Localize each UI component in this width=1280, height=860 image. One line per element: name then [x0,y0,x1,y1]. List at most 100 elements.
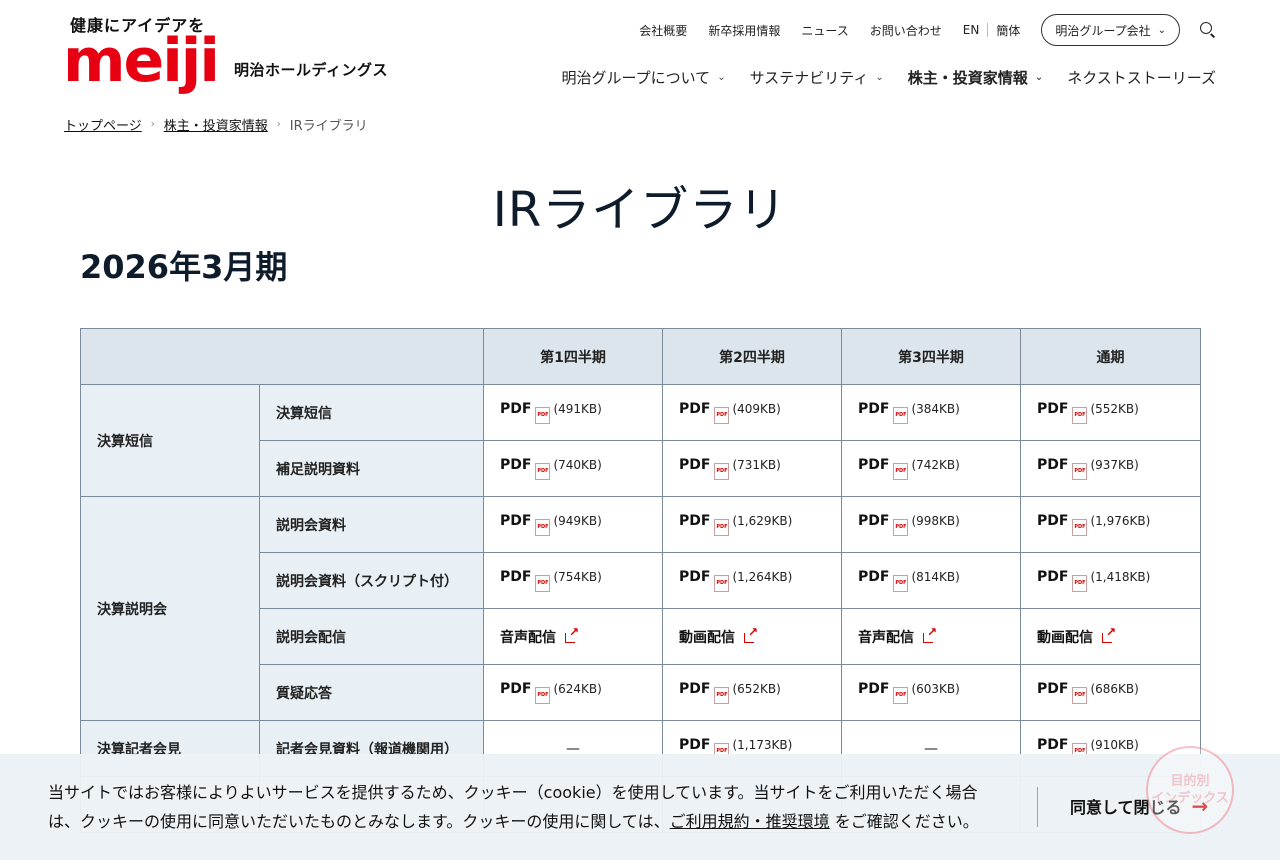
pdf-file-icon: PDF [535,575,551,592]
pdf-link[interactable]: PDF [1037,513,1068,529]
pdf-link[interactable]: PDF [858,457,889,473]
pdf-cell: PDF PDF (1,418KB) [1020,552,1201,609]
chevron-down-icon: ⌄ [1034,71,1044,83]
pdf-file-icon: PDF [714,463,730,480]
pdf-cell: PDF PDF (742KB) [841,440,1021,497]
external-link-icon [1102,625,1116,643]
media-stream-link[interactable]: 音声配信 [858,630,914,646]
util-link-recruit[interactable]: 新卒採用情報 [708,22,780,39]
page-title: IRライブラリ [492,182,788,238]
file-size: (742KB) [911,458,960,472]
nav-next-stories[interactable]: ネクストストーリーズ [1067,67,1216,88]
pdf-link[interactable]: PDF [500,401,531,417]
cookie-text-tail: をご確認ください。 [829,812,979,831]
media-stream-link[interactable]: 音声配信 [500,630,556,646]
pdf-link[interactable]: PDF [858,513,889,529]
pdf-link[interactable]: PDF [500,681,531,697]
external-link-icon [923,625,937,643]
pdf-link[interactable]: PDF [858,569,889,585]
table-header-row: 第1四半期 第2四半期 第3四半期 通期 [80,328,1201,385]
breadcrumb-home[interactable]: トップページ [64,115,142,134]
util-link-company[interactable]: 会社概要 [639,22,687,39]
pdf-link[interactable]: PDF [1037,569,1068,585]
pdf-file-icon: PDF [714,407,730,424]
purpose-index-line1: 目的別 [1170,774,1210,789]
media-cell: 音声配信 [483,608,663,665]
pdf-link[interactable]: PDF [500,569,531,585]
pdf-cell: PDF PDF (491KB) [483,384,663,441]
row-label: 説明会資料 [259,496,484,553]
row-label: 補足説明資料 [259,440,484,497]
pdf-link[interactable]: PDF [500,457,531,473]
cookie-text: 当サイトではお客様によりよいサービスを提供するため、クッキー（cookie）を使… [48,778,998,836]
cookie-terms-link[interactable]: ご利用規約・推奨環境 [670,812,830,831]
pdf-file-icon: PDF [893,407,909,424]
search-icon[interactable] [1200,22,1216,38]
lang-en-link[interactable]: EN [963,23,989,37]
pdf-link[interactable]: PDF [679,401,710,417]
pdf-cell: PDF PDF (998KB) [841,496,1021,553]
pdf-file-icon: PDF [1072,463,1088,480]
row-category-setsumeikai: 決算説明会 [80,496,260,721]
table-header-q1: 第1四半期 [483,328,663,385]
cookie-divider [1037,787,1038,827]
pdf-file-icon: PDF [535,687,551,704]
pdf-cell: PDF PDF (754KB) [483,552,663,609]
media-stream-link[interactable]: 動画配信 [1037,630,1093,646]
util-link-news[interactable]: ニュース [801,22,848,39]
media-stream-link[interactable]: 動画配信 [679,630,735,646]
pdf-cell: PDF PDF (740KB) [483,440,663,497]
breadcrumb: トップページ › 株主・投資家情報 › IRライブラリ [64,115,368,134]
chevron-down-icon: ⌄ [717,71,726,83]
pdf-cell: PDF PDF (384KB) [841,384,1021,441]
pdf-link[interactable]: PDF [679,569,710,585]
nav-sustainability[interactable]: サステナビリティ ⌄ [750,67,884,88]
pdf-link[interactable]: PDF [1037,681,1068,697]
pdf-file-icon: PDF [535,463,551,480]
pdf-link[interactable]: PDF [679,457,710,473]
external-link-icon [744,625,758,643]
logo-company-name[interactable]: 明治ホールディングス [234,59,388,80]
chevron-right-icon: › [150,119,155,130]
pdf-file-icon: PDF [1072,687,1088,704]
table-header-full-year: 通期 [1020,328,1201,385]
table-header-q3: 第3四半期 [841,328,1021,385]
pdf-link[interactable]: PDF [858,681,889,697]
row-label: 決算短信 [259,384,484,441]
nav-about[interactable]: 明治グループについて ⌄ [562,67,726,88]
file-size: (949KB) [553,514,602,528]
nav-investors[interactable]: 株主・投資家情報 ⌄ [908,67,1043,88]
file-size: (754KB) [553,570,602,584]
pdf-file-icon: PDF [1072,519,1088,536]
main-nav: 明治グループについて ⌄ サステナビリティ ⌄ 株主・投資家情報 ⌄ ネクストス… [538,62,1216,92]
file-size: (1,629KB) [732,514,793,528]
row-label: 質疑応答 [259,664,484,721]
pdf-link[interactable]: PDF [679,513,710,529]
nav-next-stories-label: ネクストストーリーズ [1067,68,1216,87]
pdf-cell: PDF PDF (814KB) [841,552,1021,609]
row-category-tanshin: 決算短信 [80,384,260,497]
file-size: (624KB) [553,682,602,696]
external-link-icon [565,625,579,643]
chevron-down-icon: ⌄ [1157,24,1166,36]
util-link-contact[interactable]: お問い合わせ [870,22,942,39]
pdf-link[interactable]: PDF [679,681,710,697]
meiji-logo[interactable]: meiji [63,28,220,94]
pdf-cell: PDF PDF (1,976KB) [1020,496,1201,553]
pdf-link[interactable]: PDF [1037,737,1068,753]
purpose-index-button[interactable]: 目的別 インデックス [1146,746,1234,834]
row-label: 説明会資料（スクリプト付） [259,552,484,609]
breadcrumb-investors[interactable]: 株主・投資家情報 [164,115,268,134]
pdf-link[interactable]: PDF [679,737,710,753]
media-cell: 動画配信 [662,608,842,665]
breadcrumb-current: IRライブラリ [289,119,368,134]
lang-zh-link[interactable]: 簡体 [988,22,1020,39]
pdf-cell: PDF PDF (624KB) [483,664,663,721]
table-header-q2: 第2四半期 [662,328,842,385]
file-size: (814KB) [911,570,960,584]
group-companies-button[interactable]: 明治グループ会社 ⌄ [1041,14,1180,46]
pdf-link[interactable]: PDF [500,513,531,529]
pdf-link[interactable]: PDF [858,401,889,417]
pdf-link[interactable]: PDF [1037,401,1068,417]
pdf-link[interactable]: PDF [1037,457,1068,473]
